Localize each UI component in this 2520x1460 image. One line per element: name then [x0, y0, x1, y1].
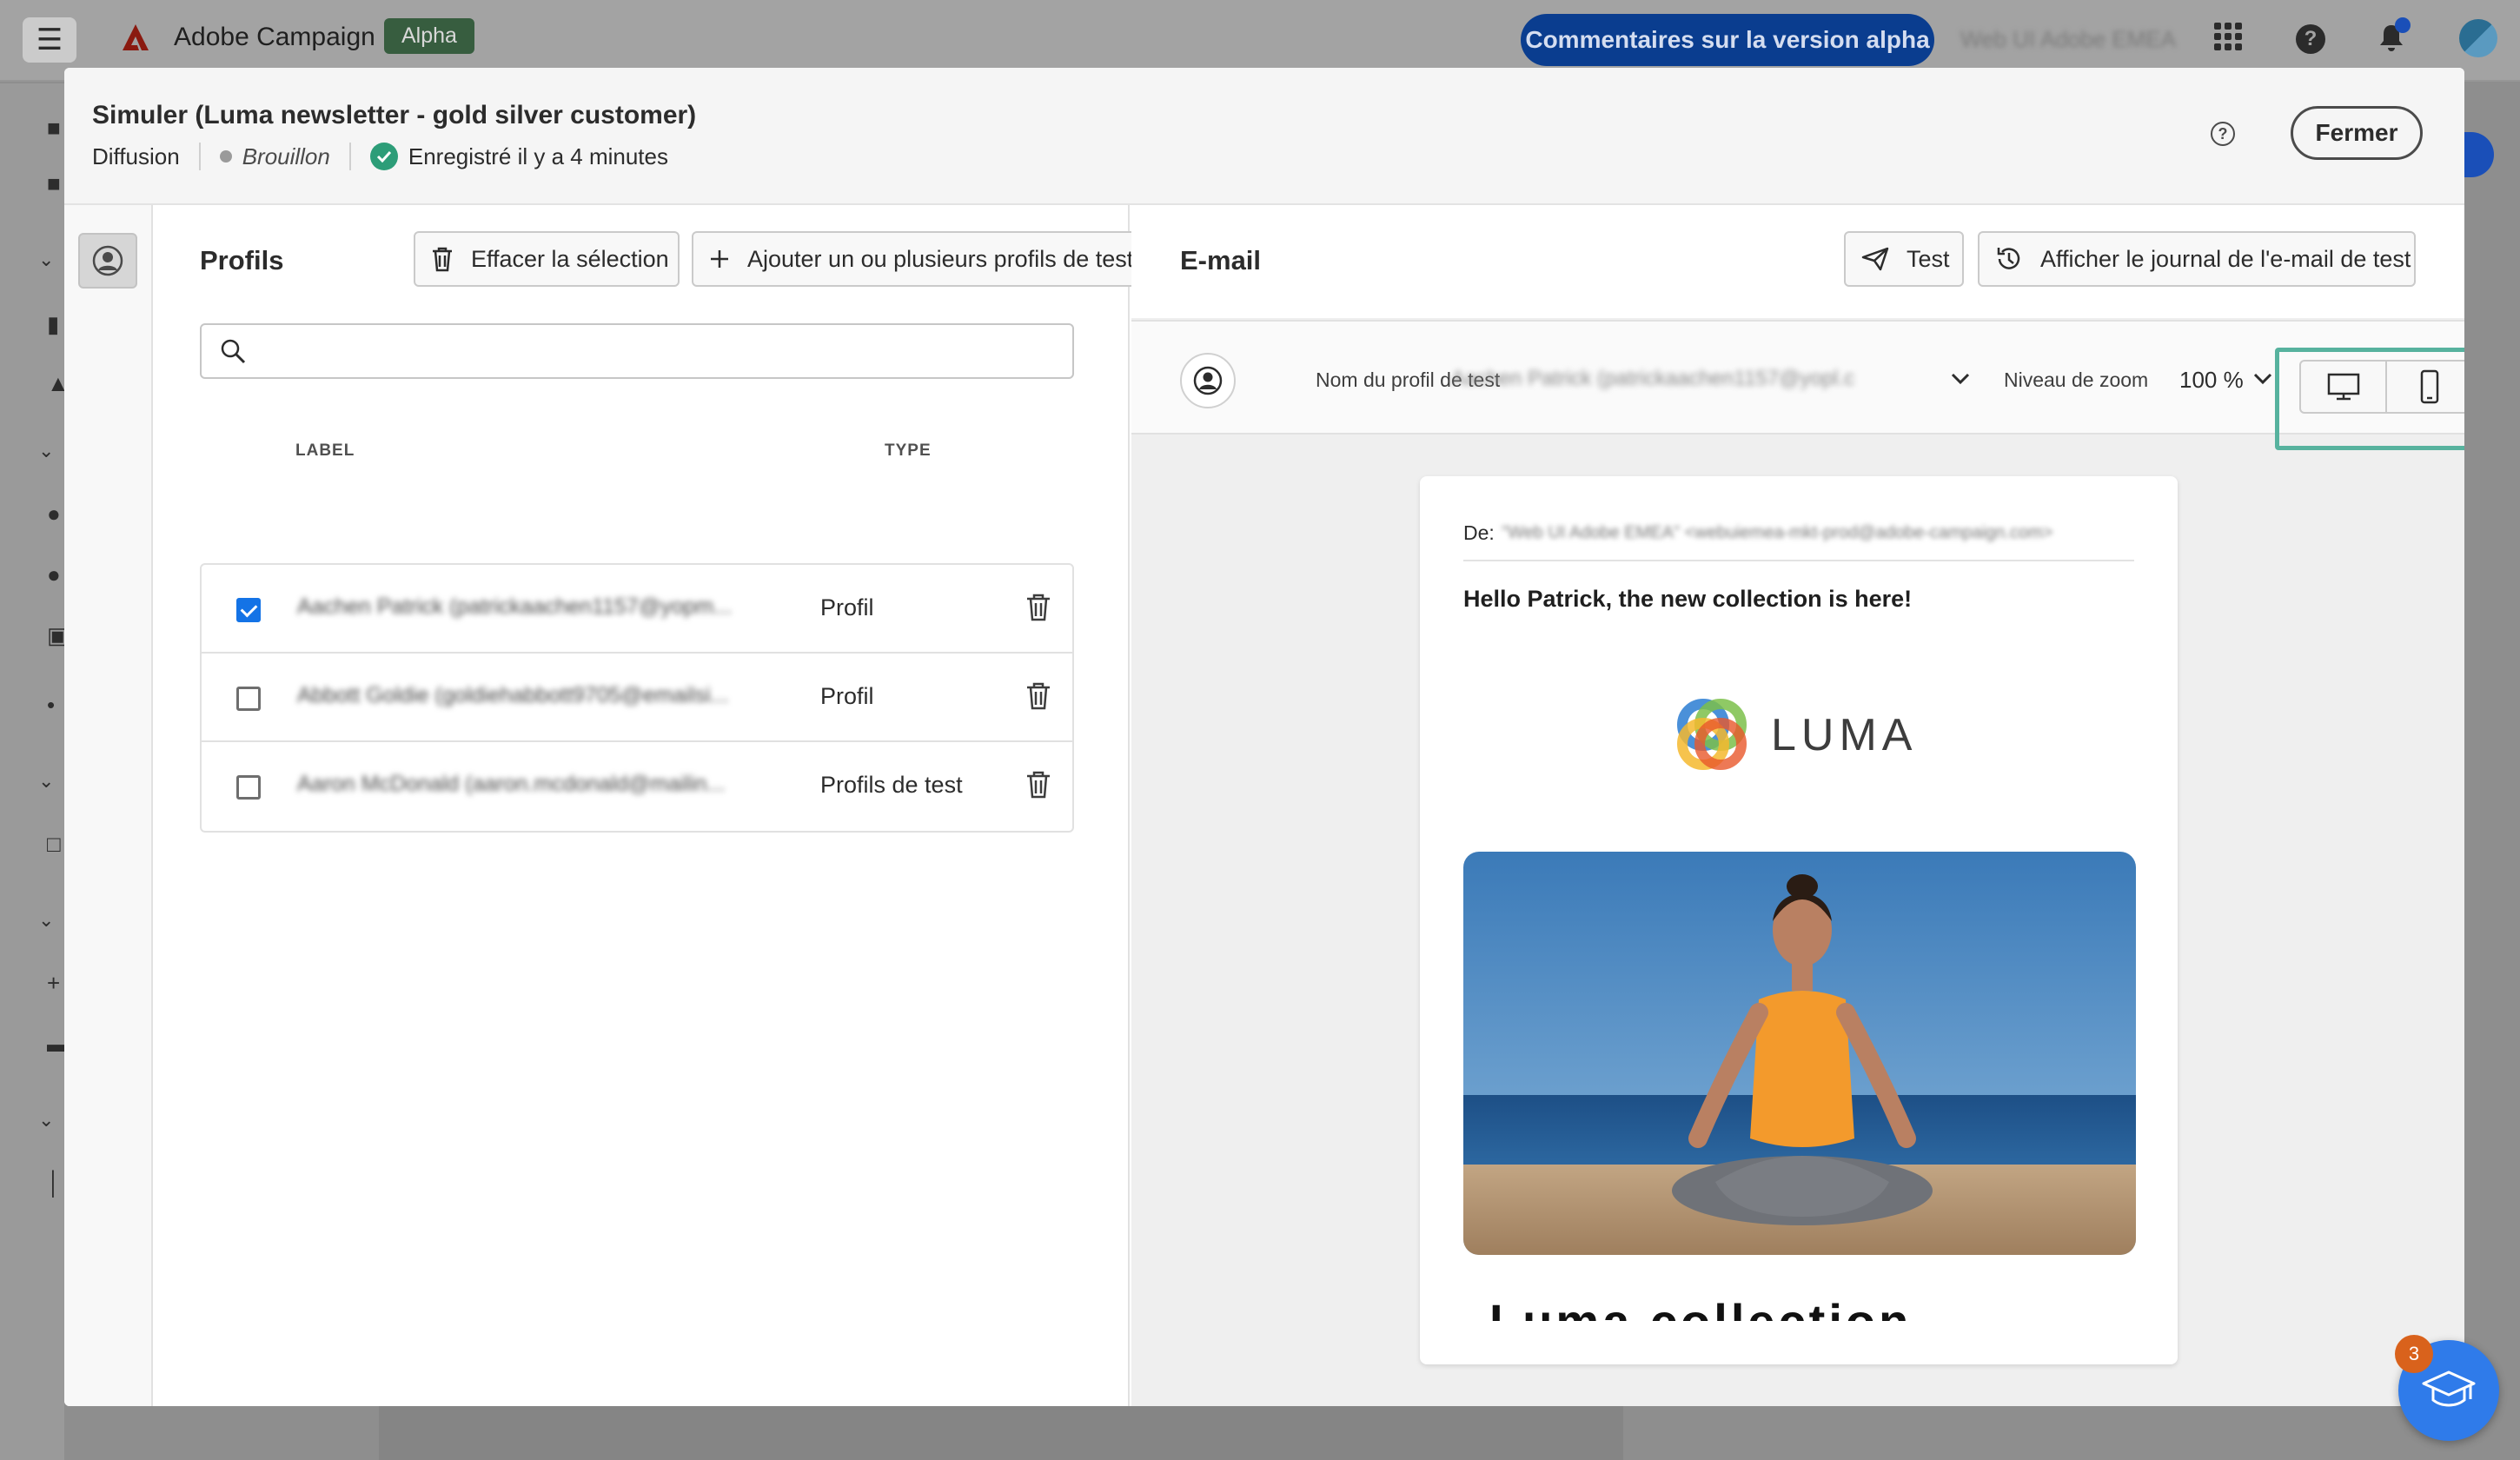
- notification-count-badge: 3: [2395, 1335, 2433, 1373]
- chevron-down-icon[interactable]: [1950, 372, 1971, 386]
- device-toggle: [2299, 360, 2464, 414]
- dialog-header: Simuler (Luma newsletter - gold silver c…: [64, 68, 2464, 205]
- send-test-button[interactable]: Test: [1844, 231, 1964, 287]
- graduation-cap-icon: [2422, 1370, 2476, 1407]
- status-dot-icon: [219, 150, 232, 163]
- row-checkbox[interactable]: [236, 775, 261, 800]
- profile-label: Aaron McDonald (aaron.mcdonald@mailin...: [297, 772, 726, 796]
- help-icon[interactable]: ?: [2296, 24, 2325, 54]
- trash-icon: [431, 246, 454, 272]
- saved-status: Enregistré il y a 4 minutes: [408, 143, 668, 169]
- send-icon: [1861, 247, 1889, 271]
- history-icon: [1995, 245, 2023, 273]
- from-address: "Web UI Adobe EMEA" <webuiemea-mkt-prod@…: [1502, 523, 2053, 542]
- desktop-icon: [2327, 373, 2359, 401]
- email-toolbar: E-mail Test Afficher le journal de l'e-m…: [1131, 205, 2464, 318]
- status-badge: Brouillon: [242, 143, 330, 169]
- profile-search: [200, 323, 1074, 379]
- brand-name: LUMA: [1771, 710, 1918, 760]
- luma-logo-icon: [1677, 699, 1747, 770]
- adobe-logo-icon: [123, 24, 149, 50]
- divider: [348, 143, 351, 170]
- divider: [198, 143, 201, 170]
- check-circle-icon: [369, 143, 398, 170]
- clear-selection-label: Effacer la sélection: [471, 245, 669, 272]
- org-switcher[interactable]: Web UI Adobe EMEA: [1960, 26, 2176, 53]
- clear-selection-button[interactable]: Effacer la sélection: [414, 231, 680, 287]
- simulate-dialog: Simuler (Luma newsletter - gold silver c…: [64, 68, 2464, 1406]
- headline-clip: Luma collection: [1463, 1293, 2136, 1321]
- row-checkbox[interactable]: [236, 598, 261, 622]
- send-test-label: Test: [1907, 245, 1950, 272]
- hero-image: [1463, 852, 2136, 1255]
- help-icon[interactable]: ?: [2211, 122, 2235, 146]
- add-test-profiles-label: Ajouter un ou plusieurs profils de test: [747, 245, 1134, 272]
- desktop-view-button[interactable]: [2301, 362, 2385, 412]
- profiles-tab[interactable]: [78, 233, 137, 289]
- from-label: De:: [1463, 521, 1495, 544]
- zoom-select[interactable]: 100 %: [2179, 367, 2244, 394]
- chevron-down-icon[interactable]: ⌄: [38, 1109, 61, 1132]
- trash-icon[interactable]: [1025, 770, 1051, 804]
- email-headline: Luma collection: [1489, 1293, 1912, 1321]
- profile-type: Profils de test: [820, 772, 963, 798]
- trash-icon[interactable]: [1025, 681, 1051, 715]
- feedback-button[interactable]: Commentaires sur la version alpha: [1521, 14, 1934, 66]
- email-logo-block: LUMA: [1463, 643, 2136, 852]
- user-avatar[interactable]: [2459, 19, 2497, 57]
- email-title: E-mail: [1180, 245, 1262, 275]
- email-subject: Hello Patrick, the new collection is her…: [1463, 586, 1913, 612]
- profile-label: Abbott Goldie (goldiehabbott9705@emailsi…: [297, 683, 729, 707]
- column-header-label[interactable]: LABEL: [295, 441, 355, 461]
- chevron-down-icon[interactable]: ⌄: [38, 770, 61, 793]
- email-preview-panel: E-mail Test Afficher le journal de l'e-m…: [1131, 205, 2464, 1406]
- profile-type: Profil: [820, 683, 874, 709]
- mobile-view-button[interactable]: [2385, 362, 2464, 412]
- chevron-down-icon[interactable]: [2252, 372, 2273, 386]
- profile-type: Profil: [820, 594, 874, 620]
- search-icon: [219, 337, 247, 369]
- app-left-nav: ■ ■ ⌄ ▮ ▲ ⌄ ● ● ▣ • ⌄ □ ⌄ + ▬ ⌄ │: [0, 83, 70, 1460]
- app-background-button: [2464, 132, 2494, 177]
- app-name: Adobe Campaign: [174, 23, 375, 51]
- table-row[interactable]: Aaron McDonald (aaron.mcdonald@mailin...…: [202, 742, 1072, 831]
- chevron-down-icon[interactable]: ⌄: [38, 249, 61, 271]
- user-circle-icon: [92, 245, 123, 276]
- close-button[interactable]: Fermer: [2291, 106, 2423, 160]
- profile-label: Aachen Patrick (patrickaachen1157@yopm..…: [297, 594, 733, 619]
- from-line: De: "Web UI Adobe EMEA" <webuiemea-mkt-p…: [1463, 521, 2134, 561]
- preview-options-bar: Nom du profil de test Aachen Patrick (pa…: [1131, 320, 2464, 450]
- column-header-type[interactable]: TYPE: [885, 441, 932, 461]
- add-test-profiles-button[interactable]: Ajouter un ou plusieurs profils de test: [692, 231, 1142, 287]
- alpha-badge: Alpha: [384, 18, 474, 54]
- zoom-label: Niveau de zoom: [2004, 368, 2149, 391]
- apps-grid-icon[interactable]: [2214, 23, 2242, 50]
- luma-logo: LUMA: [1672, 695, 1917, 775]
- search-input[interactable]: [262, 332, 1062, 370]
- mobile-icon: [2420, 369, 2438, 404]
- profiles-panel: Profils Effacer la sélection Ajouter un …: [155, 205, 1142, 1406]
- profiles-table: Aachen Patrick (patrickaachen1157@yopm..…: [200, 563, 1074, 833]
- notification-dot: [2395, 17, 2411, 33]
- dialog-meta: Diffusion Brouillon Enregistré il y a 4 …: [92, 143, 668, 170]
- chevron-down-icon[interactable]: ⌄: [38, 440, 61, 462]
- user-circle-icon: [1180, 353, 1236, 408]
- table-row[interactable]: Aachen Patrick (patrickaachen1157@yopm..…: [202, 565, 1072, 654]
- view-test-log-label: Afficher le journal de l'e-mail de test: [2040, 245, 2411, 272]
- app-background-panel: [379, 1406, 1623, 1460]
- row-checkbox[interactable]: [236, 687, 261, 711]
- plus-icon: [709, 249, 730, 269]
- test-profile-select[interactable]: Aachen Patrick (patrickaachen1157@yopl.c: [1451, 367, 1886, 391]
- dialog-title: Simuler (Luma newsletter - gold silver c…: [92, 101, 697, 129]
- email-preview-card: De: "Web UI Adobe EMEA" <webuiemea-mkt-p…: [1420, 476, 2178, 1364]
- menu-icon[interactable]: ☰: [23, 17, 76, 63]
- chevron-down-icon[interactable]: ⌄: [38, 909, 61, 932]
- dialog-side-rail: [64, 205, 153, 1406]
- delivery-type: Diffusion: [92, 143, 180, 169]
- view-test-log-button[interactable]: Afficher le journal de l'e-mail de test: [1978, 231, 2416, 287]
- profiles-title: Profils: [200, 245, 284, 275]
- trash-icon[interactable]: [1025, 593, 1051, 627]
- table-row[interactable]: Abbott Goldie (goldiehabbott9705@emailsi…: [202, 654, 1072, 742]
